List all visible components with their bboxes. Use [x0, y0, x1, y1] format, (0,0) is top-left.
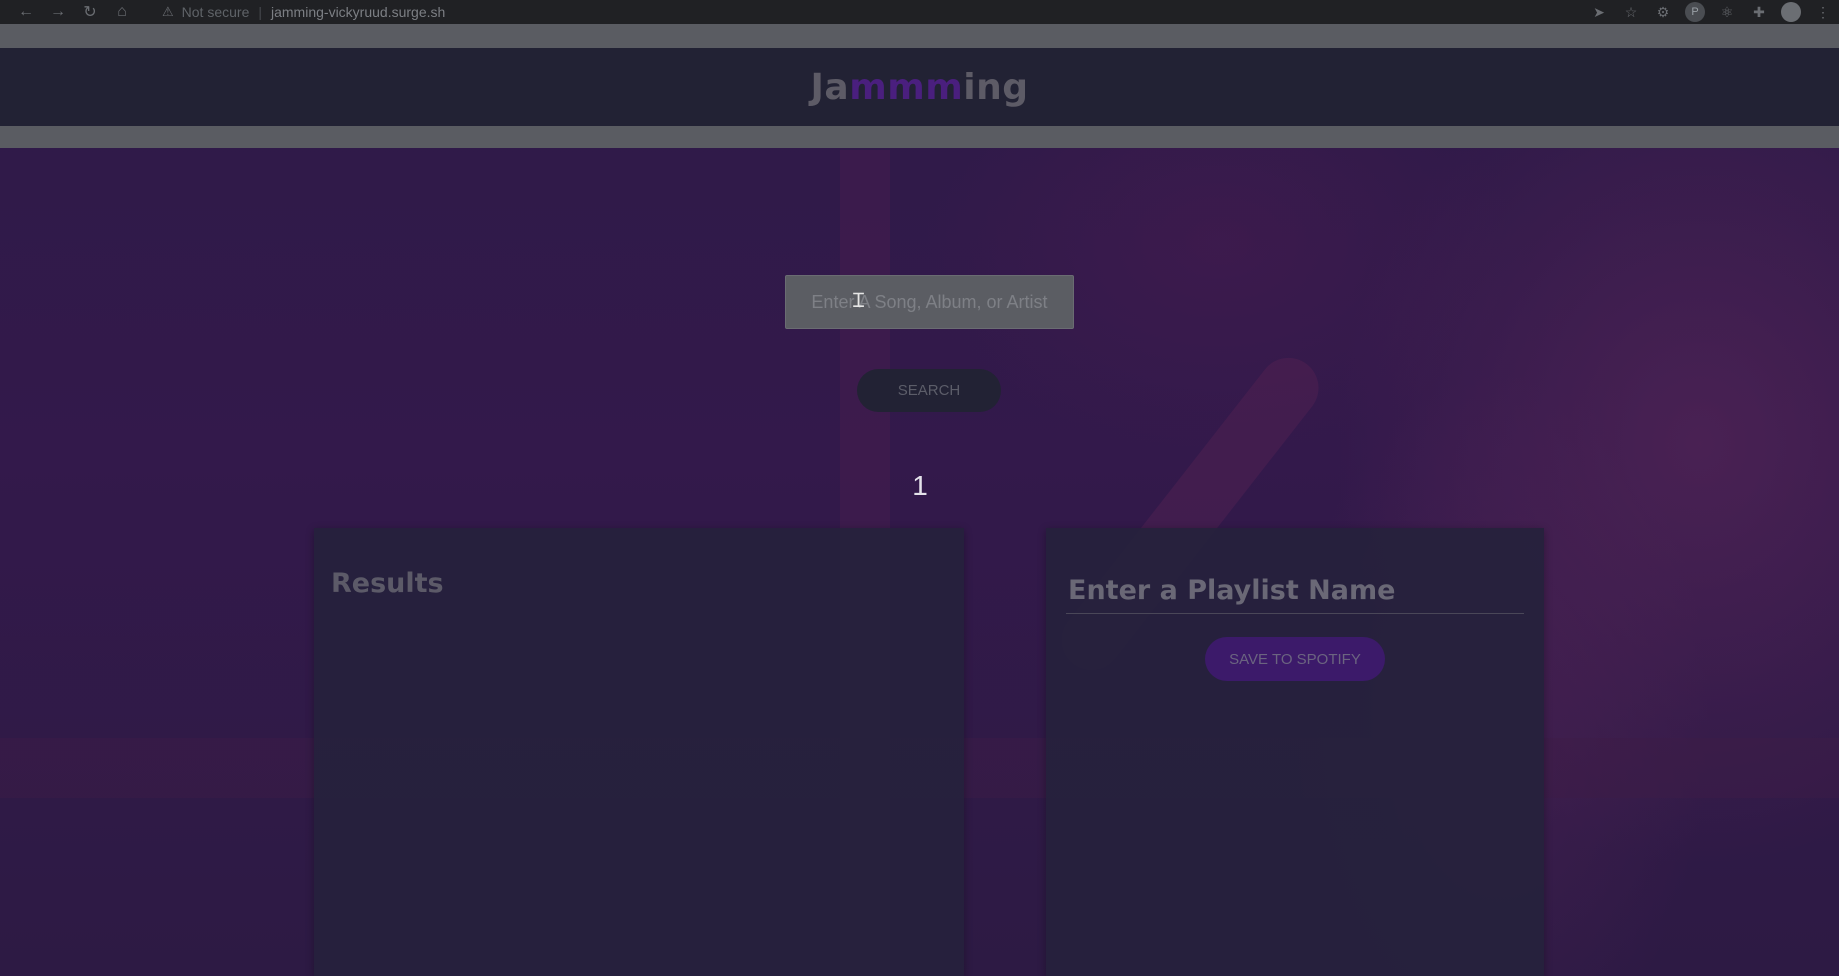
results-panel: Results: [314, 528, 964, 976]
security-label: Not secure: [181, 4, 250, 20]
extension-react-icon[interactable]: ⚛: [1711, 0, 1743, 24]
menu-dots-icon[interactable]: ⋮: [1807, 0, 1839, 24]
header-top-strip: [0, 24, 1839, 48]
save-to-spotify-button[interactable]: SAVE TO SPOTIFY: [1205, 637, 1385, 681]
forward-icon[interactable]: →: [42, 0, 74, 24]
playlist-name-input[interactable]: [1066, 568, 1524, 614]
extensions-puzzle-icon[interactable]: ✚: [1743, 0, 1775, 24]
playlist-panel: SAVE TO SPOTIFY: [1046, 528, 1544, 976]
logo-highlight: mmm: [849, 66, 964, 108]
send-icon[interactable]: ➤: [1583, 0, 1615, 24]
browser-actions: ➤ ☆ ⚙ P ⚛ ✚ ⋮: [1583, 0, 1839, 24]
header-bottom-strip: [0, 126, 1839, 148]
url-separator: |: [258, 4, 262, 20]
app-logo: Jammming: [811, 67, 1029, 108]
search-button[interactable]: SEARCH: [857, 369, 1001, 412]
extension-gear-icon[interactable]: ⚙: [1647, 0, 1679, 24]
extension-p-icon[interactable]: P: [1679, 0, 1711, 24]
reload-icon[interactable]: ↻: [74, 0, 106, 24]
counter-value: 1: [912, 470, 928, 501]
text-cursor-icon: Ɪ: [853, 290, 865, 312]
bookmark-star-icon[interactable]: ☆: [1615, 0, 1647, 24]
logo-prefix: Ja: [810, 66, 850, 108]
home-icon[interactable]: ⌂: [106, 0, 138, 24]
search-input[interactable]: [785, 275, 1074, 329]
back-icon[interactable]: ←: [10, 0, 42, 24]
profile-avatar-icon[interactable]: [1775, 0, 1807, 24]
logo-suffix: ing: [963, 66, 1029, 108]
results-title: Results: [331, 568, 444, 599]
browser-toolbar: ← → ↻ ⌂ ⚠ Not secure | jamming-vickyruud…: [0, 0, 1839, 24]
address-bar[interactable]: ⚠ Not secure | jamming-vickyruud.surge.s…: [162, 0, 445, 24]
warning-icon: ⚠: [162, 4, 174, 19]
url-text: jamming-vickyruud.surge.sh: [271, 4, 446, 20]
app-header: Jammming: [0, 48, 1839, 126]
